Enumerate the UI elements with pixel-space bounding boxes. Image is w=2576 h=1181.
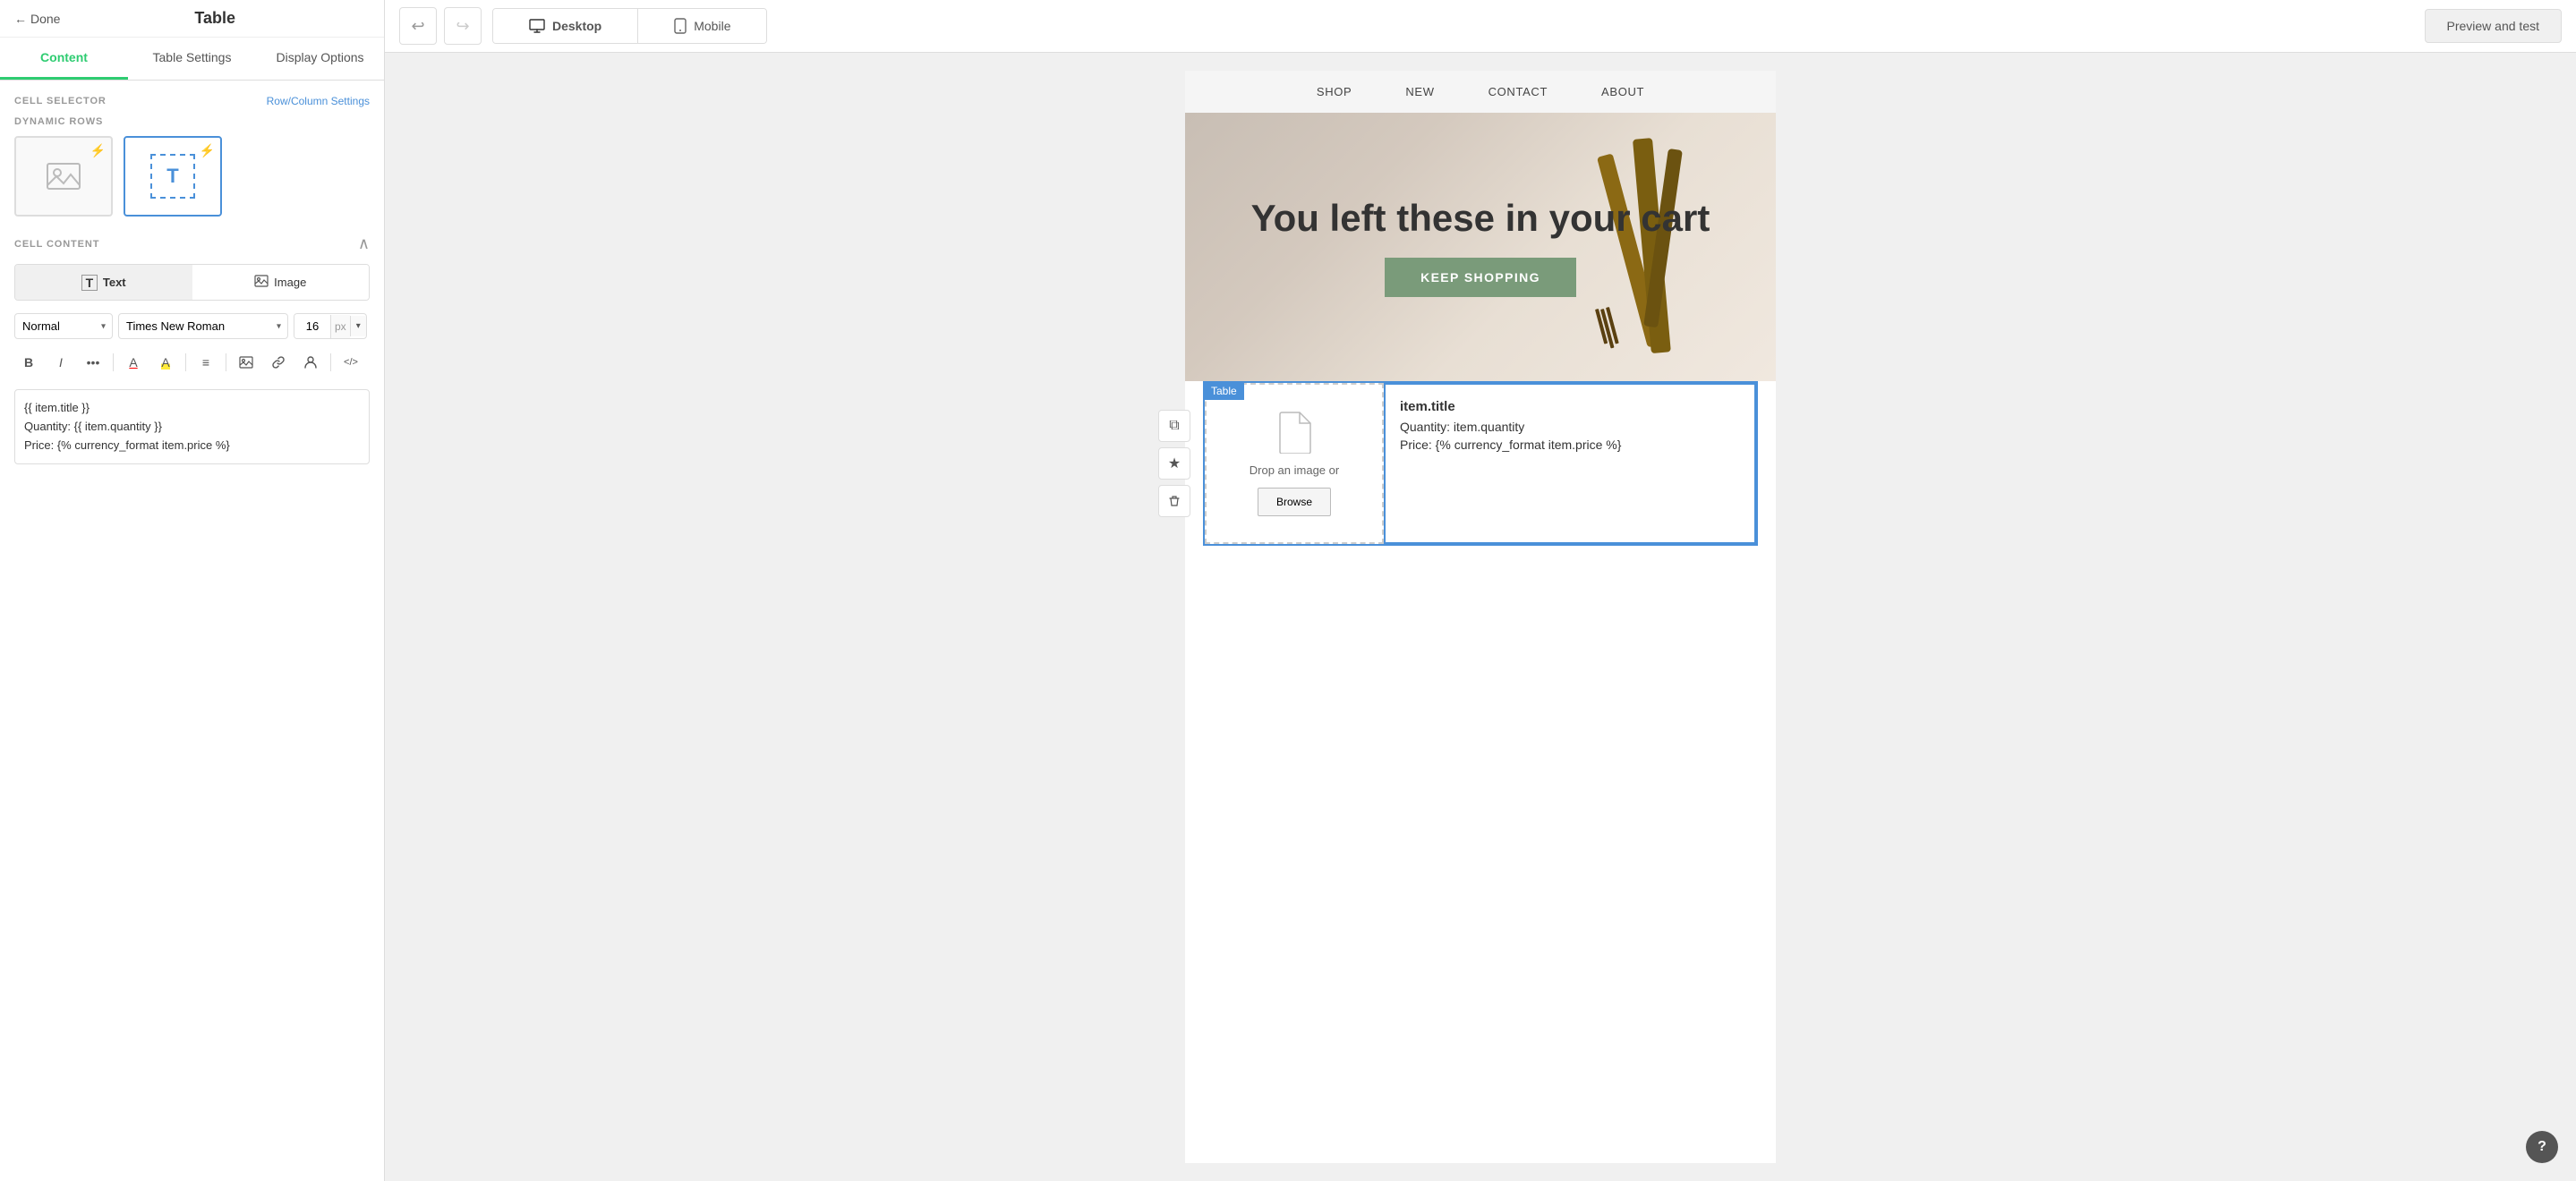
delete-button[interactable]: [1158, 485, 1190, 517]
email-nav: SHOP NEW CONTACT ABOUT: [1185, 71, 1776, 113]
tab-content[interactable]: Content: [0, 38, 128, 80]
drop-text: Drop an image or: [1250, 463, 1339, 479]
nav-item-new: NEW: [1405, 85, 1434, 98]
format-toolbar: B I ••• A A ≡: [14, 348, 370, 377]
preview-header: ↩ ↪ Desktop Mobile Preview and test: [385, 0, 2576, 53]
email-hero: You left these in your cart KEEP SHOPPIN…: [1185, 113, 1776, 381]
tabs-row: Content Table Settings Display Options: [0, 38, 384, 81]
lightning-icon-image: ⚡: [90, 143, 106, 158]
hero-cta-button[interactable]: KEEP SHOPPING: [1385, 258, 1576, 297]
file-placeholder-icon: [1276, 411, 1312, 454]
preview-content: SHOP NEW CONTACT ABOUT: [385, 53, 2576, 1181]
undo-button[interactable]: ↩: [399, 7, 437, 45]
font-size-input[interactable]: [294, 314, 330, 338]
nav-item-shop: SHOP: [1317, 85, 1352, 98]
cell-content-collapse-button[interactable]: ∧: [358, 234, 370, 253]
italic-button[interactable]: I: [47, 348, 75, 377]
format-separator-2: [185, 353, 186, 371]
preview-header-left: ↩ ↪: [399, 7, 482, 45]
table-label: Table: [1204, 382, 1244, 400]
panel-title: Table: [60, 9, 370, 28]
dynamic-rows-label: DYNAMIC ROWS: [14, 116, 370, 127]
right-panel: ↩ ↪ Desktop Mobile Preview and test: [385, 0, 2576, 1181]
desktop-icon: [529, 18, 545, 34]
mobile-button[interactable]: Mobile: [637, 9, 766, 43]
desktop-button[interactable]: Desktop: [493, 9, 637, 43]
top-bar: ← Done Table: [0, 0, 384, 38]
personalization-button[interactable]: [296, 348, 325, 377]
lightning-icon-text: ⚡: [200, 143, 215, 158]
insert-image-button[interactable]: [232, 348, 260, 377]
email-table: Table Drop an image or Browse: [1203, 381, 1758, 546]
code-view-button[interactable]: </>: [337, 348, 365, 377]
back-label: Done: [30, 12, 60, 26]
font-size-arrow-button[interactable]: ▾: [350, 316, 366, 336]
font-family-wrapper: Times New Roman: [118, 313, 288, 339]
row-column-settings-link[interactable]: Row/Column Settings: [267, 95, 370, 107]
nav-item-contact: CONTACT: [1488, 85, 1548, 98]
panel-body: CELL SELECTOR Row/Column Settings DYNAMI…: [0, 81, 384, 1181]
email-preview: SHOP NEW CONTACT ABOUT: [1185, 71, 1776, 1163]
trash-icon: [1168, 495, 1181, 507]
format-separator-4: [330, 353, 331, 371]
favorite-button[interactable]: ★: [1158, 447, 1190, 480]
cell-title-template: item.title: [1400, 399, 1740, 414]
cell-content-header: CELL CONTENT ∧: [14, 234, 370, 253]
text-box-icon: T: [150, 154, 195, 199]
cell-qty-template: Quantity: item.quantity: [1400, 420, 1740, 434]
device-toggle: Desktop Mobile: [492, 8, 767, 44]
cell-content-label: CELL CONTENT: [14, 239, 99, 250]
help-button[interactable]: ?: [2526, 1131, 2558, 1163]
table-row: Drop an image or Browse item.title Quant…: [1205, 383, 1756, 544]
text-editor[interactable]: {{ item.title }} Quantity: {{ item.quant…: [14, 389, 370, 464]
browse-button[interactable]: Browse: [1258, 488, 1331, 516]
hero-brushes-decoration: [1543, 131, 1740, 381]
content-type-buttons: T Text Image: [14, 264, 370, 301]
align-button[interactable]: ≡: [192, 348, 220, 377]
bold-button[interactable]: B: [14, 348, 43, 377]
font-size-unit: px: [330, 315, 350, 338]
format-separator-1: [113, 353, 114, 371]
more-options-button[interactable]: •••: [79, 348, 107, 377]
side-actions: ⧉ ★: [1158, 410, 1190, 517]
text-type-icon: T: [81, 275, 98, 291]
text-type-button[interactable]: T Text: [15, 265, 192, 300]
image-type-button[interactable]: Image: [192, 265, 370, 300]
table-text-cell: item.title Quantity: item.quantity Price…: [1384, 383, 1756, 544]
copy-button[interactable]: ⧉: [1158, 410, 1190, 442]
table-wrapper: ⧉ ★ Table: [1203, 381, 1758, 546]
font-toolbar: Normal Times New Roman px ▾: [14, 313, 370, 339]
cell-card-text[interactable]: ⚡ T: [124, 136, 222, 217]
font-family-select[interactable]: Times New Roman: [118, 313, 288, 339]
tab-table-settings[interactable]: Table Settings: [128, 38, 256, 80]
left-panel: ← Done Table Content Table Settings Disp…: [0, 0, 385, 1181]
preview-and-test-button[interactable]: Preview and test: [2425, 9, 2563, 43]
redo-button[interactable]: ↪: [444, 7, 482, 45]
font-style-wrapper: Normal: [14, 313, 113, 339]
table-image-cell: Drop an image or Browse: [1205, 383, 1384, 544]
cell-card-image[interactable]: ⚡: [14, 136, 113, 217]
insert-link-button[interactable]: [264, 348, 293, 377]
back-button[interactable]: ← Done: [14, 12, 60, 26]
cell-price-template: Price: {% currency_format item.price %}: [1400, 438, 1740, 452]
hero-title: You left these in your cart: [1251, 197, 1710, 240]
cell-selector-row: ⚡ ⚡ T: [14, 136, 370, 217]
nav-item-about: ABOUT: [1601, 85, 1644, 98]
font-style-select[interactable]: Normal: [14, 313, 113, 339]
tab-display-options[interactable]: Display Options: [256, 38, 384, 80]
image-type-icon: [254, 274, 269, 291]
text-color-button[interactable]: A: [119, 348, 148, 377]
image-placeholder-icon: [46, 158, 81, 194]
cell-selector-label: CELL SELECTOR Row/Column Settings: [14, 95, 370, 107]
mobile-icon: [674, 18, 687, 34]
highlight-button[interactable]: A: [151, 348, 180, 377]
font-size-group: px ▾: [294, 313, 367, 339]
arrow-left-icon: ←: [14, 12, 27, 26]
